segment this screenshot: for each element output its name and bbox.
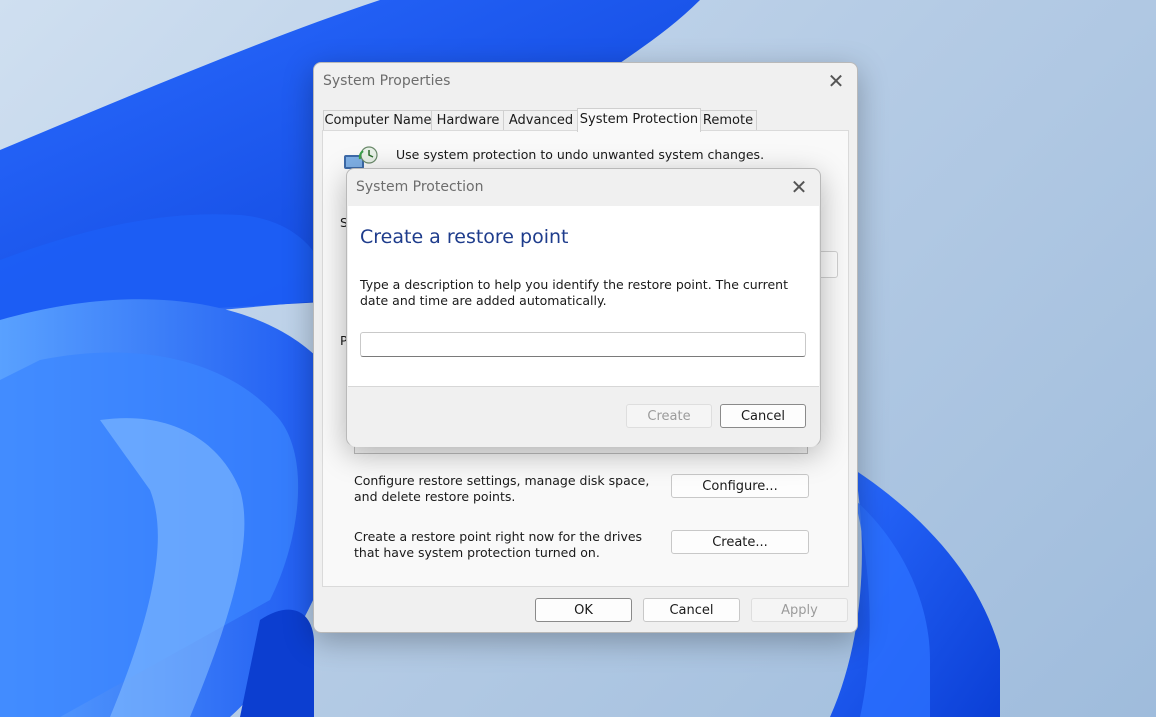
tab-system-protection[interactable]: System Protection <box>577 108 701 132</box>
create-description: Create a restore point right now for the… <box>354 529 643 560</box>
close-icon[interactable]: ✕ <box>790 177 808 197</box>
dialog-cancel-button[interactable]: Cancel <box>720 404 806 428</box>
dialog-create-button[interactable]: Create <box>626 404 712 428</box>
tab-remote[interactable]: Remote <box>699 110 757 131</box>
tab-advanced[interactable]: Advanced <box>503 110 579 131</box>
intro-text: Use system protection to undo unwanted s… <box>396 147 765 162</box>
dialog-title-bar: System Protection ✕ <box>347 169 820 205</box>
tab-computer-name[interactable]: Computer Name <box>323 110 433 131</box>
dialog-title: System Protection <box>356 179 484 195</box>
dialog-heading: Create a restore point <box>360 226 569 248</box>
cancel-button[interactable]: Cancel <box>643 598 740 622</box>
ok-button[interactable]: OK <box>535 598 632 622</box>
window-title: System Properties <box>323 73 451 89</box>
create-restore-point-button[interactable]: Create... <box>671 530 809 554</box>
apply-button[interactable]: Apply <box>751 598 848 622</box>
create-label: Create... <box>712 535 768 550</box>
configure-button[interactable]: Configure... <box>671 474 809 498</box>
dialog-description: Type a description to help you identify … <box>360 277 788 308</box>
title-bar: System Properties ✕ <box>314 63 857 99</box>
dialog-body: Create a restore point Type a descriptio… <box>348 206 819 386</box>
restore-point-description-input[interactable] <box>360 332 806 357</box>
close-icon[interactable]: ✕ <box>827 71 845 91</box>
configure-description: Configure restore settings, manage disk … <box>354 473 650 504</box>
dialog-footer: Create Cancel <box>348 386 819 447</box>
system-protection-dialog: System Protection ✕ Create a restore poi… <box>346 168 821 447</box>
configure-label: Configure... <box>702 479 778 494</box>
tab-hardware[interactable]: Hardware <box>431 110 505 131</box>
